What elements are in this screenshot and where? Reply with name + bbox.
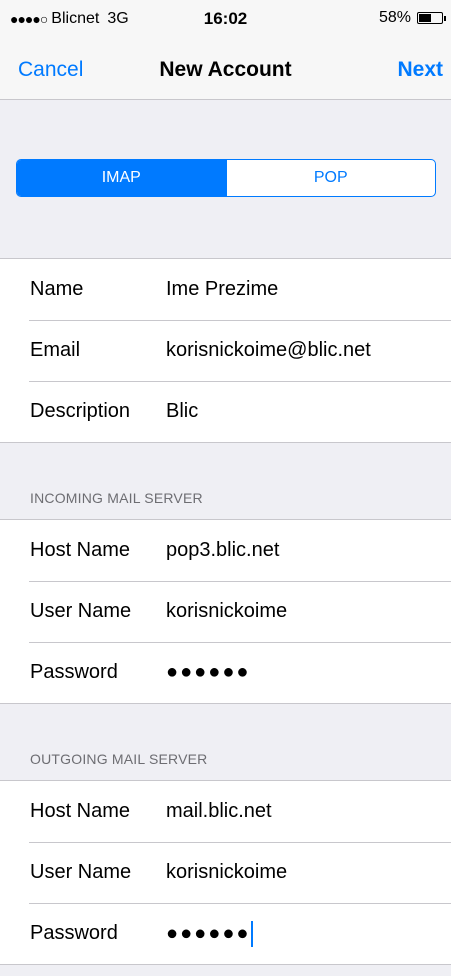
incoming-password-row[interactable]: Password ●●●●●● bbox=[0, 642, 451, 703]
description-row[interactable]: Description Blic bbox=[0, 381, 451, 442]
outgoing-password-field[interactable]: ●●●●●● bbox=[166, 920, 254, 947]
email-field[interactable]: korisnickoime@blic.net bbox=[166, 339, 371, 362]
name-row[interactable]: Name Ime Prezime bbox=[0, 259, 451, 320]
incoming-password-field[interactable]: ●●●●●● bbox=[166, 661, 250, 684]
outgoing-password-row[interactable]: Password ●●●●●● bbox=[0, 903, 451, 964]
account-info-group: Name Ime Prezime Email korisnickoime@bli… bbox=[0, 258, 451, 443]
incoming-password-label: Password bbox=[30, 661, 118, 683]
navigation-bar: Cancel New Account Next bbox=[0, 38, 451, 100]
outgoing-user-label: User Name bbox=[30, 861, 132, 883]
incoming-host-row[interactable]: Host Name pop3.blic.net bbox=[0, 520, 451, 581]
outgoing-section-header: OUTGOING MAIL SERVER bbox=[30, 751, 208, 767]
outgoing-password-dots: ●●●●●● bbox=[166, 921, 251, 944]
incoming-server-group: Host Name pop3.blic.net User Name korisn… bbox=[0, 519, 451, 704]
incoming-user-label: User Name bbox=[30, 600, 132, 622]
outgoing-user-row[interactable]: User Name korisnickoime bbox=[0, 842, 451, 903]
description-field[interactable]: Blic bbox=[166, 400, 198, 423]
name-label: Name bbox=[30, 278, 84, 300]
battery-nub bbox=[444, 16, 446, 21]
description-label: Description bbox=[30, 400, 131, 422]
outgoing-host-field[interactable]: mail.blic.net bbox=[166, 800, 272, 823]
outgoing-host-row[interactable]: Host Name mail.blic.net bbox=[0, 781, 451, 842]
text-cursor bbox=[251, 920, 254, 947]
battery-fill bbox=[419, 14, 431, 22]
status-right: 58% bbox=[378, 9, 446, 27]
account-type-segmented-control: IMAP POP bbox=[16, 159, 436, 197]
name-field[interactable]: Ime Prezime bbox=[166, 278, 278, 301]
outgoing-password-label: Password bbox=[30, 922, 118, 944]
next-button[interactable]: Next bbox=[397, 58, 443, 82]
page-title: New Account bbox=[159, 58, 292, 81]
email-label: Email bbox=[30, 339, 81, 361]
battery-icon bbox=[417, 12, 446, 24]
battery-percent: 58% bbox=[378, 9, 411, 26]
incoming-user-field[interactable]: korisnickoime bbox=[166, 600, 287, 623]
outgoing-host-label: Host Name bbox=[30, 800, 131, 822]
incoming-host-label: Host Name bbox=[30, 539, 131, 561]
email-row[interactable]: Email korisnickoime@blic.net bbox=[0, 320, 451, 381]
outgoing-user-field[interactable]: korisnickoime bbox=[166, 861, 287, 884]
incoming-user-row[interactable]: User Name korisnickoime bbox=[0, 581, 451, 642]
incoming-section-header: INCOMING MAIL SERVER bbox=[30, 490, 203, 506]
incoming-host-field[interactable]: pop3.blic.net bbox=[166, 539, 279, 562]
status-bar: ●●●●○ Blicnet 3G 16:02 58% bbox=[0, 0, 451, 38]
segment-imap[interactable]: IMAP bbox=[17, 160, 226, 196]
segment-pop[interactable]: POP bbox=[225, 160, 436, 196]
outgoing-server-group: Host Name mail.blic.net User Name korisn… bbox=[0, 780, 451, 965]
